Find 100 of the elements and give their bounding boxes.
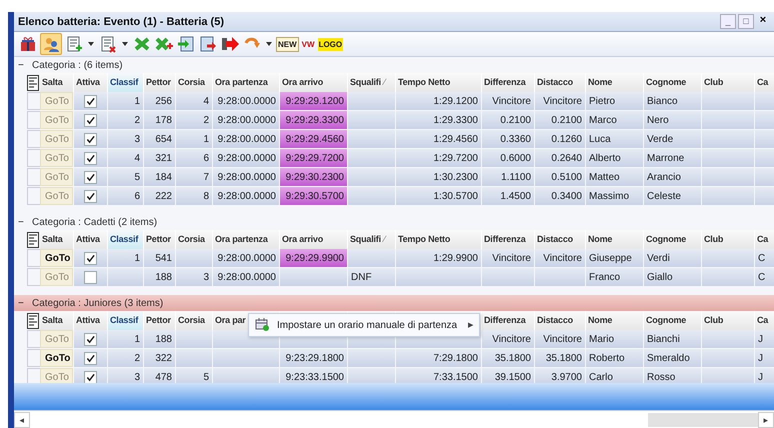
minimize-button[interactable]: _ xyxy=(720,14,736,29)
column-header[interactable]: Distacco xyxy=(535,311,586,330)
expand-toggle[interactable]: − xyxy=(18,216,26,228)
scroll-left-button[interactable]: ◂ xyxy=(14,412,30,428)
table-cell: DNF xyxy=(348,268,396,287)
checkbox[interactable] xyxy=(84,370,97,383)
toolbar-button[interactable]: LOGO xyxy=(318,38,344,50)
column-header[interactable]: Ora arrivo xyxy=(280,73,348,92)
column-header[interactable]: Cognome xyxy=(644,230,702,249)
column-header[interactable]: Attiva xyxy=(74,311,108,330)
table-cell xyxy=(702,130,755,149)
column-header[interactable]: Classif xyxy=(108,230,144,249)
column-header[interactable]: Salta xyxy=(40,311,74,330)
checkbox[interactable] xyxy=(84,152,97,164)
checkbox[interactable] xyxy=(84,270,97,284)
horizontal-scrollbar[interactable]: ◂ ▸ xyxy=(14,410,774,428)
column-header[interactable]: Salta xyxy=(40,230,74,249)
column-header[interactable]: Pettor xyxy=(144,73,176,92)
dropdown-icon[interactable] xyxy=(122,42,128,46)
scroll-thumb[interactable] xyxy=(648,412,758,426)
checkbox[interactable] xyxy=(84,332,97,346)
column-header[interactable]: Corsia xyxy=(176,73,213,92)
table-cell: Mario xyxy=(586,330,644,349)
column-header[interactable]: Pettor xyxy=(144,311,176,330)
column-header[interactable]: Differenza xyxy=(482,311,535,330)
column-header[interactable]: Ora partenza xyxy=(213,230,280,249)
column-header[interactable]: Classif xyxy=(108,73,144,92)
checkbox[interactable] xyxy=(84,114,97,126)
table-cell: 0.2100 xyxy=(535,111,586,130)
column-header[interactable]: Ca xyxy=(755,73,774,92)
table-cell: 1:29.1200 xyxy=(396,92,482,111)
column-header[interactable]: Differenza xyxy=(482,73,535,92)
import-icon[interactable] xyxy=(176,34,196,54)
column-header[interactable]: Tempo Netto xyxy=(396,73,482,92)
column-header[interactable]: Ora partenza xyxy=(213,73,280,92)
column-header[interactable]: Attiva xyxy=(74,230,108,249)
column-header[interactable]: Pettor xyxy=(144,230,176,249)
maximize-button[interactable]: □ xyxy=(738,14,754,29)
column-header[interactable]: Cognome xyxy=(644,311,702,330)
column-header[interactable]: Nome xyxy=(586,230,644,249)
checkbox[interactable] xyxy=(84,252,97,264)
checkbox[interactable] xyxy=(84,190,97,202)
group-label: Categoria : Cadetti (2 items) xyxy=(32,216,158,228)
column-chooser-icon[interactable] xyxy=(27,73,40,92)
column-header[interactable]: Nome xyxy=(586,311,644,330)
table-cell: 9:28:00.0000 xyxy=(213,268,280,287)
column-header[interactable]: Club xyxy=(702,230,755,249)
table-cell xyxy=(176,349,213,368)
group-header[interactable]: − Categoria : Juniores (3 items) xyxy=(14,295,774,311)
goto-button[interactable]: GoTo xyxy=(40,249,73,267)
toolbar-button[interactable]: VW xyxy=(300,38,316,50)
table-cell: Nero xyxy=(644,111,702,130)
column-header[interactable]: Ora arrivo xyxy=(280,230,348,249)
column-header[interactable]: Nome xyxy=(586,73,644,92)
table-cell: C xyxy=(755,249,774,268)
column-header[interactable]: Attiva xyxy=(74,73,108,92)
right-arrow-icon[interactable] xyxy=(220,34,240,54)
column-header[interactable]: Tempo Netto xyxy=(396,230,482,249)
close-button[interactable]: × xyxy=(756,14,770,27)
checkbox[interactable] xyxy=(84,170,97,184)
column-header[interactable]: Cognome xyxy=(644,73,702,92)
column-header[interactable]: Differenza xyxy=(482,230,535,249)
table-cell: 1.4500 xyxy=(482,187,535,206)
checkbox[interactable] xyxy=(84,132,97,146)
column-header[interactable]: Squalifi ⁄ xyxy=(348,230,396,249)
toolbar-button[interactable]: NEW xyxy=(276,36,299,52)
column-header[interactable]: Ca xyxy=(755,311,774,330)
column-header[interactable]: Classif xyxy=(108,311,144,330)
column-header[interactable]: Club xyxy=(702,73,755,92)
column-header[interactable]: Ca xyxy=(755,230,774,249)
checkbox[interactable] xyxy=(84,94,97,108)
export-icon[interactable] xyxy=(198,34,218,54)
people-icon[interactable] xyxy=(40,33,62,55)
table-cell xyxy=(535,268,586,287)
column-header[interactable]: Distacco xyxy=(535,230,586,249)
column-header[interactable]: Club xyxy=(702,311,755,330)
table-cell: 9:29:30.2300 xyxy=(280,168,348,187)
column-chooser-icon[interactable] xyxy=(27,230,40,249)
column-chooser-icon[interactable] xyxy=(27,311,40,330)
dropdown-icon[interactable] xyxy=(266,42,272,46)
table-cell xyxy=(482,268,535,287)
table-cell xyxy=(348,111,396,130)
scroll-right-button[interactable]: ▸ xyxy=(758,412,774,428)
column-header[interactable]: Squalifi ⁄ xyxy=(348,73,396,92)
gift-icon[interactable] xyxy=(18,34,38,54)
table-cell: 654 xyxy=(144,130,176,149)
table-cell: Marco xyxy=(586,111,644,130)
expand-toggle[interactable]: − xyxy=(18,60,26,70)
checkbox[interactable] xyxy=(84,352,97,364)
table-cell: Alberto xyxy=(586,149,644,168)
goto-button[interactable]: GoTo xyxy=(40,349,73,367)
column-header[interactable]: Corsia xyxy=(176,230,213,249)
table-cell xyxy=(702,330,755,349)
table-cell: 1 xyxy=(108,249,144,268)
column-header[interactable]: Corsia xyxy=(176,311,213,330)
dropdown-icon[interactable] xyxy=(88,42,94,46)
expand-toggle[interactable]: − xyxy=(18,298,26,308)
table-cell: 4 xyxy=(176,92,213,111)
column-header[interactable]: Salta xyxy=(40,73,74,92)
column-header[interactable]: Distacco xyxy=(535,73,586,92)
